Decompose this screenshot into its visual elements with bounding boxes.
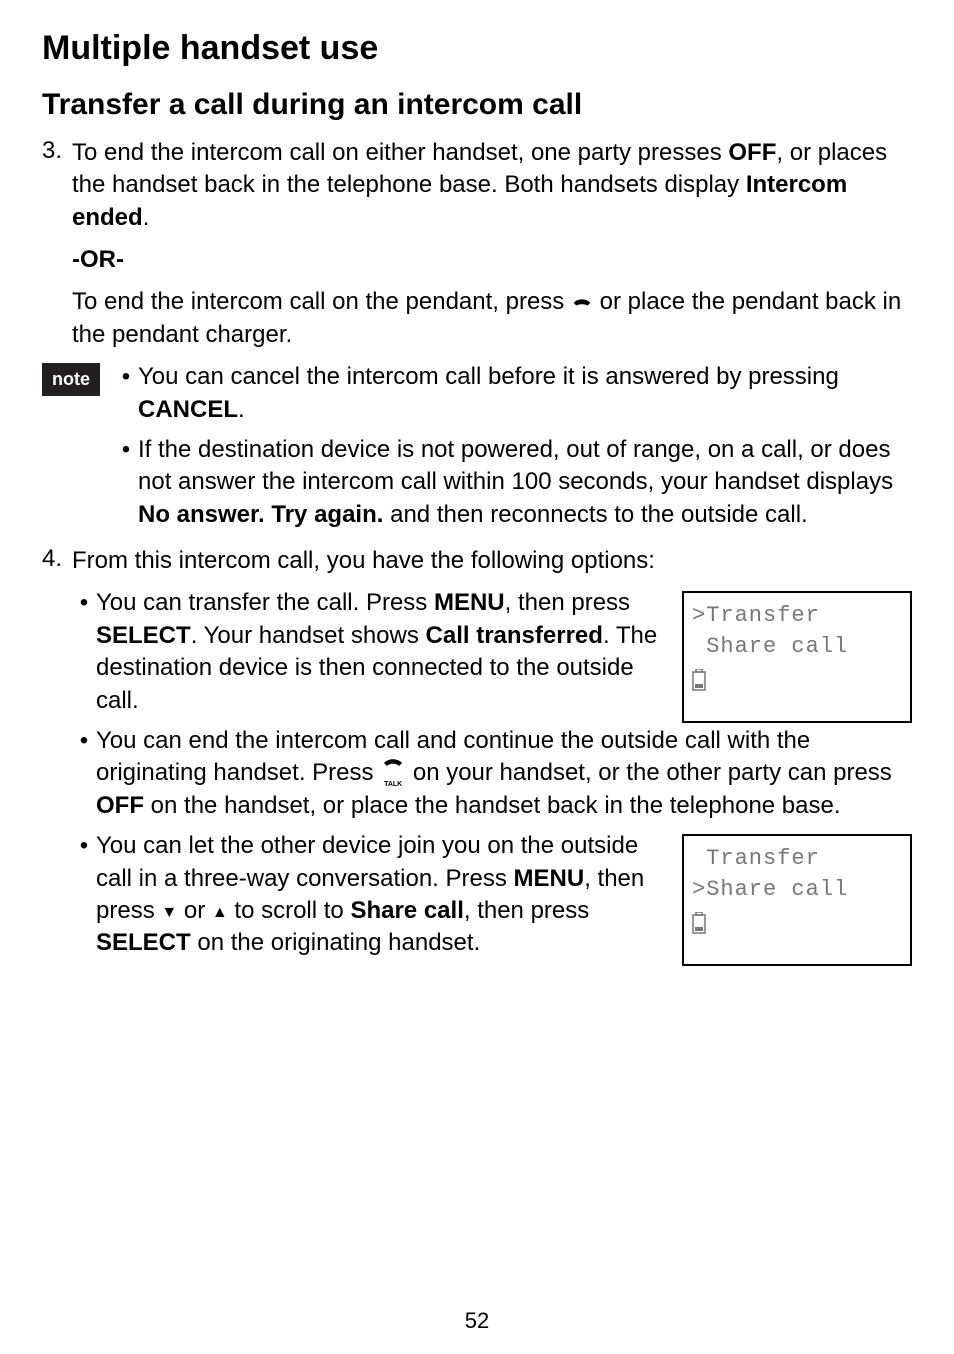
step-4-sub-bullets: • You can transfer the call. Press MENU,… bbox=[72, 587, 912, 967]
text: You can cancel the intercom call before … bbox=[138, 363, 839, 390]
or-separator: -OR- bbox=[72, 244, 912, 276]
sub-bullet-3: • You can let the other device join you … bbox=[72, 830, 668, 960]
text: or bbox=[177, 897, 212, 924]
bullet-icon: • bbox=[72, 830, 96, 960]
lcd-line: >Transfer bbox=[692, 601, 900, 632]
key-cancel: CANCEL bbox=[138, 396, 238, 423]
text: To end the intercom call on the pendant,… bbox=[72, 288, 571, 315]
bullet-icon: • bbox=[72, 725, 96, 822]
note-badge: note bbox=[42, 363, 100, 396]
talk-label: TALK bbox=[380, 781, 406, 788]
display-no-answer: No answer. Try again. bbox=[138, 501, 383, 528]
menu-item-share-call: Share call bbox=[350, 897, 463, 924]
bullet-icon: • bbox=[72, 587, 96, 717]
key-off: OFF bbox=[96, 792, 144, 819]
key-menu: MENU bbox=[434, 589, 505, 616]
note-bullet-2: • If the destination device is not power… bbox=[114, 434, 912, 531]
text: To end the intercom call on either hands… bbox=[72, 139, 728, 166]
bullet-content: You can transfer the call. Press MENU, t… bbox=[96, 587, 668, 717]
sub-bullet-3-row: • You can let the other device join you … bbox=[72, 830, 912, 968]
text: . bbox=[238, 396, 245, 423]
bullet-icon: • bbox=[114, 361, 138, 426]
display-call-transferred: Call transferred bbox=[426, 622, 603, 649]
text: You can transfer the call. Press bbox=[96, 589, 434, 616]
section-title: Transfer a call during an intercom call bbox=[42, 87, 912, 123]
page-number: 52 bbox=[0, 1308, 954, 1334]
lcd-line: Transfer bbox=[692, 844, 900, 875]
note-bullets: • You can cancel the intercom call befor… bbox=[114, 361, 912, 539]
step-4: 4. From this intercom call, you have the… bbox=[42, 545, 912, 577]
text: and then reconnects to the outside call. bbox=[383, 501, 807, 528]
key-menu: MENU bbox=[514, 865, 585, 892]
manual-page: Multiple handset use Transfer a call dur… bbox=[0, 0, 954, 1354]
down-arrow-icon: ▼ bbox=[161, 902, 177, 924]
note-bullet-1: • You can cancel the intercom call befor… bbox=[114, 361, 912, 426]
step-3: 3. To end the intercom call on either ha… bbox=[42, 137, 912, 234]
bullet-icon: • bbox=[114, 434, 138, 531]
text: on the handset, or place the handset bac… bbox=[144, 792, 841, 819]
hangup-icon bbox=[571, 291, 593, 311]
bullet-content: You can cancel the intercom call before … bbox=[138, 361, 912, 426]
pendant-instruction: To end the intercom call on the pendant,… bbox=[72, 286, 912, 351]
bullet-content: You can let the other device join you on… bbox=[96, 830, 668, 960]
lcd-line: Share call bbox=[692, 632, 900, 663]
lcd-screen-transfer: >Transfer Share call bbox=[682, 591, 912, 723]
text: on the originating handset. bbox=[191, 929, 481, 956]
step-number: 4. bbox=[42, 545, 72, 577]
sub-bullet-2: • You can end the intercom call and cont… bbox=[72, 725, 912, 822]
lcd-line: >Share call bbox=[692, 875, 900, 906]
text: to scroll to bbox=[228, 897, 351, 924]
page-title: Multiple handset use bbox=[42, 28, 912, 69]
step-content: From this intercom call, you have the fo… bbox=[72, 545, 912, 577]
sub-bullet-3-text: • You can let the other device join you … bbox=[72, 830, 668, 968]
battery-icon bbox=[692, 912, 706, 932]
step-number: 3. bbox=[42, 137, 72, 234]
bullet-content: If the destination device is not powered… bbox=[138, 434, 912, 531]
step-content: To end the intercom call on either hands… bbox=[72, 137, 912, 234]
sub-bullet-1-text: • You can transfer the call. Press MENU,… bbox=[72, 587, 668, 725]
text: . bbox=[143, 204, 150, 231]
text: If the destination device is not powered… bbox=[138, 436, 893, 495]
lcd-screen-share-call: Transfer >Share call bbox=[682, 834, 912, 966]
battery-icon bbox=[692, 669, 706, 689]
sub-bullet-1-row: • You can transfer the call. Press MENU,… bbox=[72, 587, 912, 725]
text: on your handset, or the other party can … bbox=[406, 759, 892, 786]
key-off: OFF bbox=[728, 139, 776, 166]
talk-icon: TALK bbox=[380, 757, 406, 781]
key-select: SELECT bbox=[96, 622, 191, 649]
text: , then press bbox=[464, 897, 589, 924]
text: , then press bbox=[505, 589, 630, 616]
bullet-content: You can end the intercom call and contin… bbox=[96, 725, 912, 822]
sub-bullet-1: • You can transfer the call. Press MENU,… bbox=[72, 587, 668, 717]
key-select: SELECT bbox=[96, 929, 191, 956]
up-arrow-icon: ▲ bbox=[212, 902, 228, 924]
text: . Your handset shows bbox=[191, 622, 426, 649]
note-block: note • You can cancel the intercom call … bbox=[42, 361, 912, 539]
